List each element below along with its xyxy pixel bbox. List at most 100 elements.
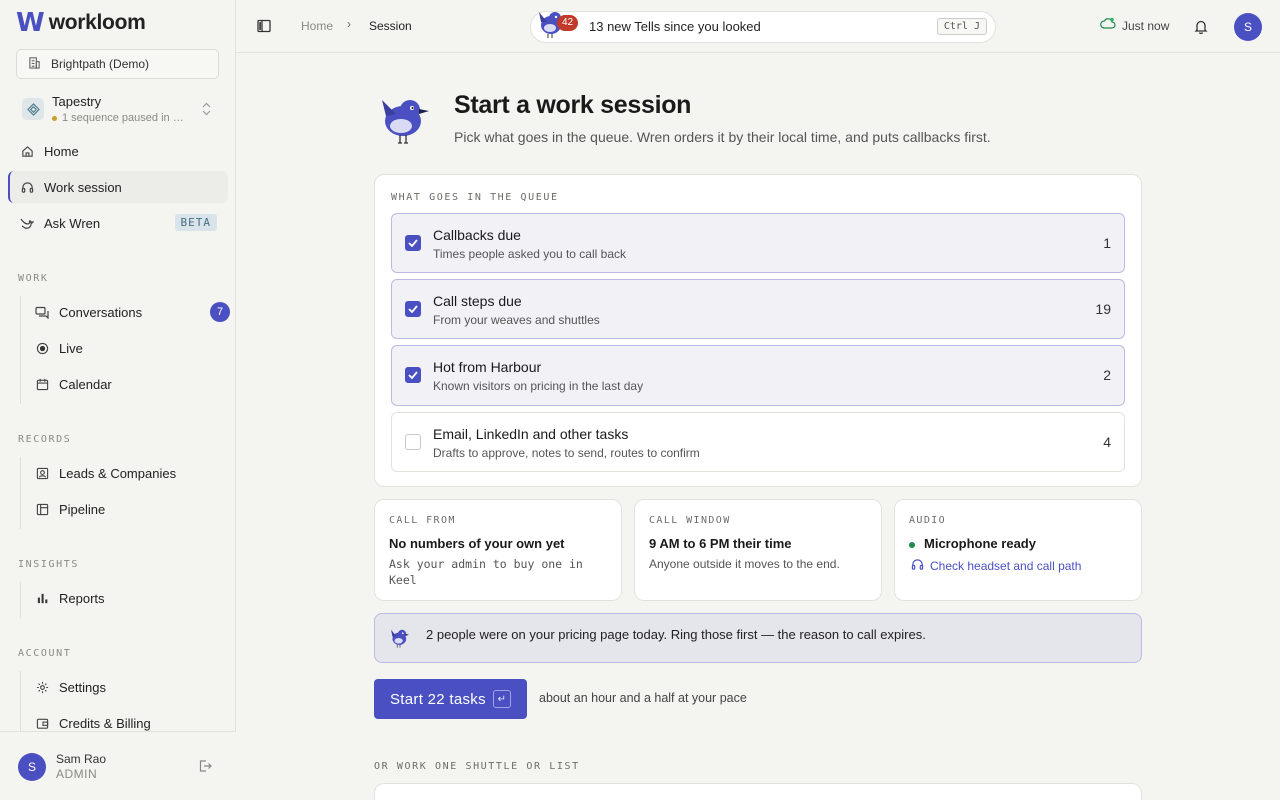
tells-count-badge: 42 [557, 15, 579, 31]
start-tasks-button[interactable]: Start 22 tasks ↵ [374, 679, 527, 719]
conversations-count-badge: 7 [210, 302, 230, 322]
profile-avatar[interactable]: S [1234, 13, 1262, 41]
hint-text: 2 people were on your pricing page today… [426, 627, 926, 642]
shuttle-list-card [374, 783, 1142, 800]
nav-calendar[interactable]: Calendar [21, 368, 230, 400]
breadcrumb-separator: › [347, 17, 351, 31]
sync-status: Just now [1100, 17, 1169, 34]
queue-item-callbacks[interactable]: Callbacks due Times people asked you to … [391, 213, 1125, 273]
user-footer: S Sam Rao ADMIN [0, 731, 236, 800]
breadcrumb-home[interactable]: Home [301, 19, 333, 33]
queue-item-other-tasks[interactable]: Email, LinkedIn and other tasks Drafts t… [391, 412, 1125, 472]
queue-label: WHAT GOES IN THE QUEUE [391, 192, 559, 203]
nav-reports[interactable]: Reports [21, 582, 230, 614]
call-from-desc: Ask your admin to buy one in Keel [389, 557, 583, 587]
call-from-card: CALL FROM No numbers of your own yet Ask… [374, 499, 622, 601]
call-window-title: 9 AM to 6 PM their time [649, 536, 792, 551]
page-title: Start a work session [454, 91, 692, 119]
audio-card: AUDIO Microphone ready Check headset and… [894, 499, 1142, 601]
audio-title: Microphone ready [924, 536, 1036, 551]
org-name: Brightpath (Demo) [51, 57, 150, 71]
chevron-updown-icon [202, 102, 211, 117]
building-icon [28, 56, 41, 72]
nav-reports-label: Reports [59, 590, 105, 606]
bell-icon[interactable] [1194, 19, 1208, 37]
checkbox-unchecked[interactable] [405, 434, 421, 450]
nav-conversations-label: Conversations [59, 304, 143, 320]
records-nav: Leads & Companies Pipeline [20, 457, 230, 529]
status-dot [909, 541, 915, 548]
chat-icon [35, 305, 49, 319]
cloud-check-icon [1100, 17, 1116, 34]
tells-shortcut: Ctrl J [936, 18, 987, 35]
section-label-insights: INSIGHTS [18, 559, 79, 570]
sidebar: W workloom Brightpath (Demo) Tapestry 1 … [0, 0, 236, 800]
bar-chart-icon [35, 591, 49, 605]
gear-icon [35, 680, 49, 694]
queue-item-count: 19 [1095, 301, 1111, 317]
nav-pipeline-label: Pipeline [59, 501, 106, 517]
checkbox-checked[interactable] [405, 367, 421, 383]
nav-work-session[interactable]: Work session [8, 171, 228, 203]
topbar: Home › Session 42 13 new Tells since you… [236, 0, 1280, 53]
nav-home-label: Home [44, 143, 79, 159]
primary-nav: Home Work session Ask Wren BETA [8, 135, 228, 243]
queue-item-title: Call steps due [433, 293, 522, 309]
nav-leads-companies[interactable]: Leads & Companies [21, 457, 230, 489]
section-label-work: WORK [18, 273, 49, 284]
nav-pipeline[interactable]: Pipeline [21, 493, 230, 525]
queue-item-desc: Times people asked you to call back [433, 247, 626, 261]
call-window-card: CALL WINDOW 9 AM to 6 PM their time Anyo… [634, 499, 882, 601]
start-time-estimate: about an hour and a half at your pace [539, 691, 747, 705]
queue-item-desc: From your weaves and shuttles [433, 313, 600, 327]
user-avatar[interactable]: S [18, 753, 46, 781]
section-label-account: ACCOUNT [18, 648, 72, 659]
home-icon [20, 144, 34, 158]
nav-home[interactable]: Home [8, 135, 228, 167]
work-nav: Conversations 7 Live Calendar [20, 296, 230, 404]
audio-status: Microphone ready [909, 536, 1036, 551]
start-tasks-label: Start 22 tasks [390, 690, 486, 708]
user-name: Sam Rao [56, 752, 107, 766]
checkbox-checked[interactable] [405, 301, 421, 317]
nav-credits-billing-label: Credits & Billing [59, 715, 151, 731]
sidebar-toggle-icon[interactable] [257, 19, 271, 33]
call-window-label: CALL WINDOW [649, 515, 731, 526]
live-icon [35, 341, 49, 355]
brand-mark: W [16, 8, 45, 38]
nav-ask-wren[interactable]: Ask Wren BETA [8, 207, 228, 239]
queue-item-count: 4 [1103, 434, 1111, 450]
user-role: ADMIN [56, 767, 98, 781]
queue-item-desc: Known visitors on pricing in the last da… [433, 379, 644, 393]
nav-conversations[interactable]: Conversations 7 [21, 296, 230, 328]
call-window-desc: Anyone outside it moves to the end. [649, 557, 840, 571]
wren-mascot-icon [378, 94, 432, 149]
nav-leads-companies-label: Leads & Companies [59, 465, 177, 481]
check-headset-link[interactable]: Check headset and call path [911, 558, 1081, 574]
insights-nav: Reports [20, 582, 230, 618]
queue-card: WHAT GOES IN THE QUEUE Callbacks due Tim… [374, 174, 1142, 487]
nav-work-session-label: Work session [44, 179, 122, 195]
or-work-label: OR WORK ONE SHUTTLE OR LIST [374, 761, 580, 772]
nav-live[interactable]: Live [21, 332, 230, 364]
page-subtitle: Pick what goes in the queue. Wren orders… [454, 129, 991, 145]
checkbox-checked[interactable] [405, 235, 421, 251]
queue-item-call-steps[interactable]: Call steps due From your weaves and shut… [391, 279, 1125, 339]
workspace-switcher[interactable]: Tapestry 1 sequence paused in … [16, 90, 219, 128]
org-switcher[interactable]: Brightpath (Demo) [16, 49, 219, 79]
nav-live-label: Live [59, 340, 83, 356]
queue-item-hot-harbour[interactable]: Hot from Harbour Known visitors on prici… [391, 345, 1125, 406]
breadcrumb-current: Session [369, 19, 412, 33]
check-headset-label: Check headset and call path [930, 559, 1082, 573]
tells-bar[interactable]: 42 13 new Tells since you looked Ctrl J [530, 11, 996, 43]
nav-settings[interactable]: Settings [21, 671, 230, 703]
wren-bird-icon [389, 627, 411, 652]
sync-label: Just now [1122, 18, 1170, 33]
logout-icon[interactable] [198, 759, 212, 776]
queue-item-title: Email, LinkedIn and other tasks [433, 426, 629, 442]
workspace-status: 1 sequence paused in … [62, 112, 184, 124]
brand-logo[interactable]: W workloom [16, 8, 146, 38]
queue-item-count: 2 [1103, 367, 1111, 383]
enter-key-icon: ↵ [493, 690, 511, 708]
nav-ask-wren-label: Ask Wren [44, 215, 101, 231]
